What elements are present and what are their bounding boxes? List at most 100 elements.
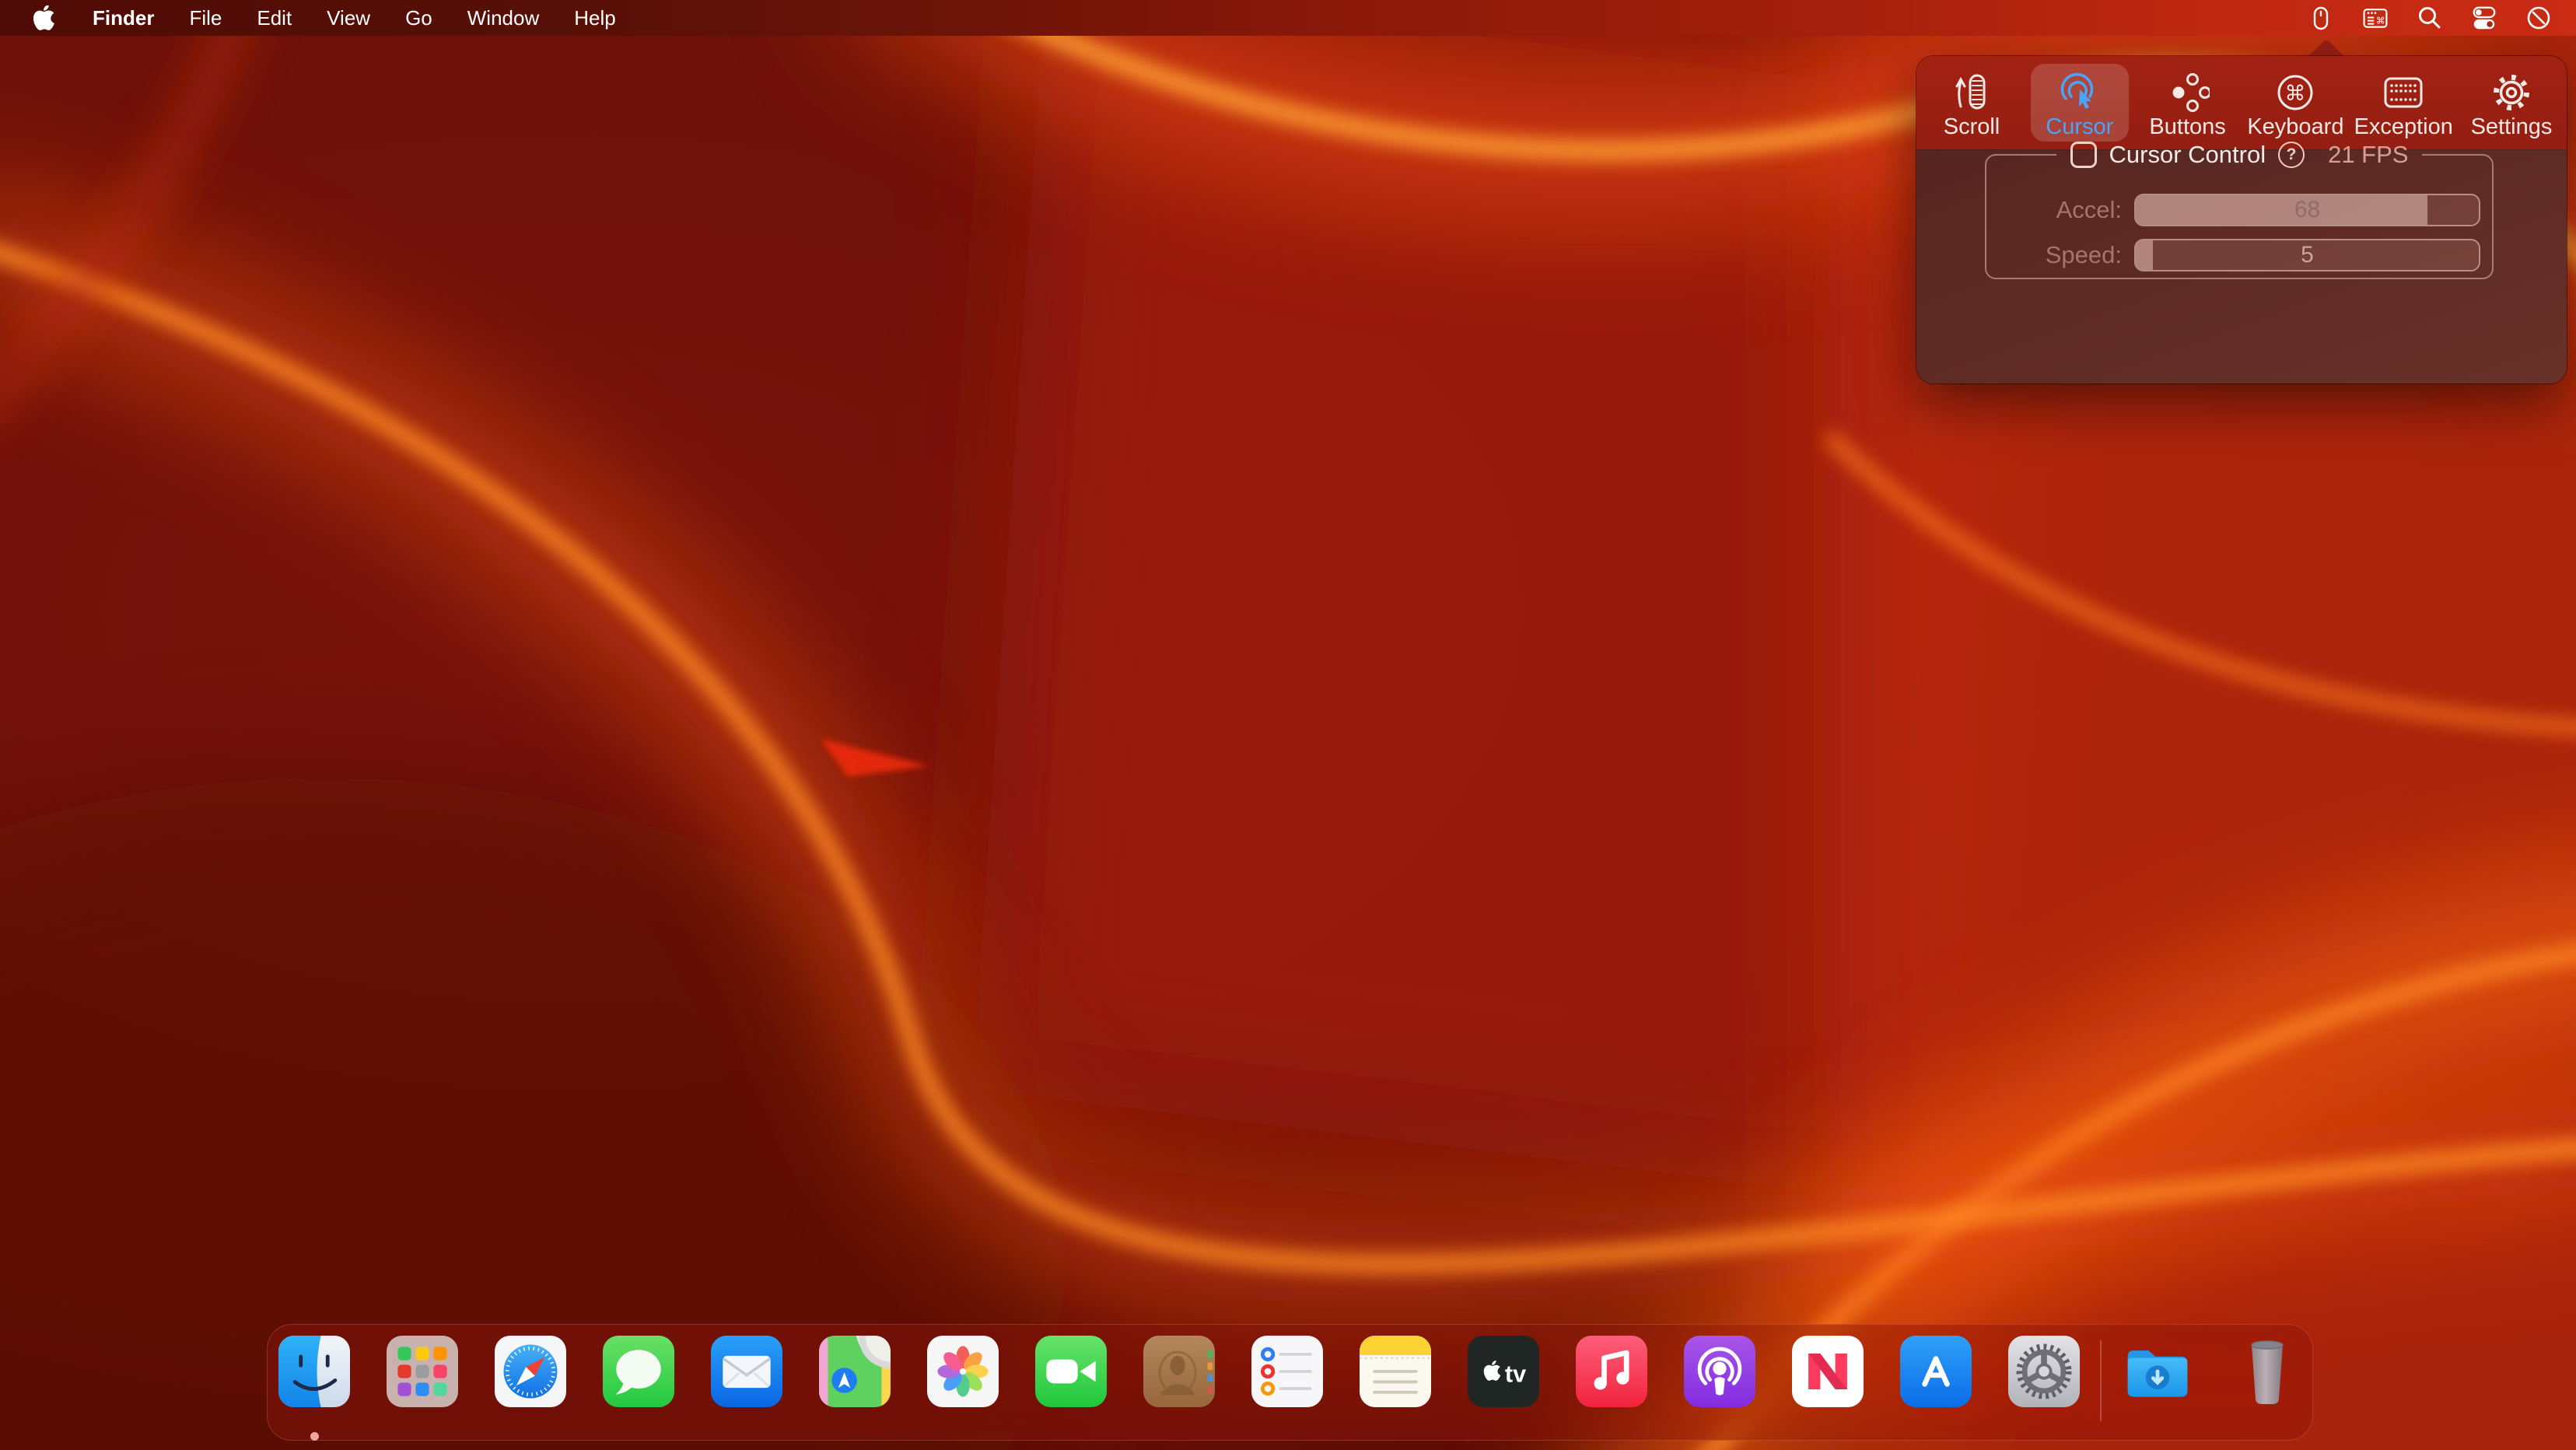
control-center-status-item[interactable] [2470,4,2498,32]
menu-item-help[interactable]: Help [574,6,615,30]
cursor-panel: Cursor Control ? 21 FPS Accel: 68 Speed: [1916,149,2567,384]
tab-label: Scroll [1944,115,2000,138]
finder-icon [278,1336,350,1407]
mouse-status-item[interactable] [2307,4,2335,32]
menu-bar-left: Finder File Edit View Go Window Help [0,4,616,32]
speed-row: Speed: 5 [1986,239,2492,271]
dock-item-news[interactable] [1792,1336,1864,1407]
accel-value: 68 [2136,195,2479,225]
accel-label: Accel: [1986,196,2134,224]
app-store-icon [1900,1336,1972,1407]
dock-item-system-preferences[interactable] [2008,1336,2080,1407]
dock-item-appstore[interactable] [1900,1336,1972,1407]
circle-slash-status-item[interactable] [2525,4,2553,32]
menu-item-view[interactable]: View [327,6,370,30]
shortcuts-window-icon: ⌘ [2361,4,2389,32]
tab-label: Cursor [2046,115,2113,138]
messages-icon [603,1336,674,1407]
tab-settings[interactable]: Settings [2462,64,2560,142]
cursor-control-legend: Cursor Control ? 21 FPS [2056,141,2423,169]
tab-label: Settings [2471,115,2553,138]
svg-text:⌘: ⌘ [2376,16,2385,26]
news-icon [1792,1336,1864,1407]
cursor-control-checkbox[interactable] [2070,142,2097,168]
menu-bar-status-area: ⌘ [2307,4,2576,32]
dock-item-reminders[interactable] [1251,1336,1323,1407]
search-icon [2416,4,2444,32]
dock-item-podcasts[interactable] [1684,1336,1755,1407]
mouse-settings-popover: Scroll Cursor [1916,56,2567,384]
accel-row: Accel: 68 [1986,194,2492,226]
dock-item-mail[interactable] [711,1336,782,1407]
tab-keyboard[interactable]: ⌘ Keyboard [2246,64,2344,142]
dock-item-finder[interactable] [278,1336,350,1407]
dock: tv [267,1324,2313,1441]
control-center-icon [2470,4,2498,32]
notes-icon [1360,1336,1431,1407]
dock-item-contacts[interactable] [1143,1336,1215,1407]
tab-buttons[interactable]: Buttons [2139,64,2237,142]
podcasts-icon [1684,1336,1755,1407]
speed-value: 5 [2136,240,2479,270]
svg-text:tv: tv [1505,1361,1526,1387]
circle-slash-icon [2525,4,2553,32]
mouse-icon [2307,4,2335,32]
dock-divider [2100,1340,2102,1421]
cursor-control-label: Cursor Control [2109,141,2266,169]
menu-bar: Finder File Edit View Go Window Help ⌘ [0,0,2576,36]
dock-item-launchpad[interactable] [387,1336,458,1407]
apple-menu[interactable] [30,4,58,32]
finder-running-indicator [310,1432,319,1441]
reminders-icon [1251,1336,1323,1407]
menu-item-file[interactable]: File [189,6,222,30]
safari-icon [495,1336,566,1407]
menu-item-edit[interactable]: Edit [257,6,292,30]
dock-item-messages[interactable] [603,1336,674,1407]
facetime-icon [1035,1336,1107,1407]
contacts-icon [1143,1336,1215,1407]
spotlight-status-item[interactable] [2416,4,2444,32]
music-icon [1576,1336,1647,1407]
dock-item-maps[interactable] [819,1336,891,1407]
trash-icon [2230,1336,2305,1407]
accel-slider[interactable]: 68 [2134,194,2480,226]
dock-item-safari[interactable] [495,1336,566,1407]
dock-item-tv[interactable]: tv [1468,1336,1539,1407]
menu-item-go[interactable]: Go [405,6,432,30]
tab-label: Exception [2354,115,2453,138]
app-menu-finder[interactable]: Finder [93,6,154,30]
scroll-icon [1950,70,1993,115]
downloads-folder-icon [2122,1336,2193,1407]
keyboard-icon: ⌘ [2273,70,2317,115]
system-preferences-icon [2008,1336,2080,1407]
tab-cursor[interactable]: Cursor [2031,64,2129,142]
shortcuts-window-status-item[interactable]: ⌘ [2361,4,2389,32]
dock-item-music[interactable] [1576,1336,1647,1407]
dock-item-photos[interactable] [927,1336,999,1407]
dock-item-trash[interactable] [2230,1336,2301,1407]
tab-scroll[interactable]: Scroll [1923,64,2021,142]
cursor-control-group: Cursor Control ? 21 FPS Accel: 68 Speed: [1985,141,2494,279]
menu-item-window[interactable]: Window [467,6,539,30]
speed-label: Speed: [1986,241,2134,269]
popover-tab-bar: Scroll Cursor [1916,56,2567,149]
desktop: { "menubar": { "app_name": "Finder", "me… [0,0,2576,1450]
dock-item-facetime[interactable] [1035,1336,1107,1407]
tab-label: Keyboard [2247,115,2343,138]
tv-icon: tv [1468,1336,1539,1407]
speed-slider[interactable]: 5 [2134,239,2480,271]
mail-icon [711,1336,782,1407]
dock-item-notes[interactable] [1360,1336,1431,1407]
tab-exception[interactable]: Exception [2354,64,2452,142]
exception-icon [2382,70,2425,115]
buttons-icon [2166,70,2210,115]
gear-icon [2490,70,2533,115]
svg-text:⌘: ⌘ [2285,82,2306,106]
help-icon[interactable]: ? [2278,142,2305,168]
cursor-icon [2058,70,2102,115]
photos-icon [927,1336,999,1407]
popover-body: Scroll Cursor [1916,56,2567,384]
maps-icon [819,1336,891,1407]
tab-label: Buttons [2149,115,2225,138]
dock-item-downloads[interactable] [2122,1336,2193,1407]
